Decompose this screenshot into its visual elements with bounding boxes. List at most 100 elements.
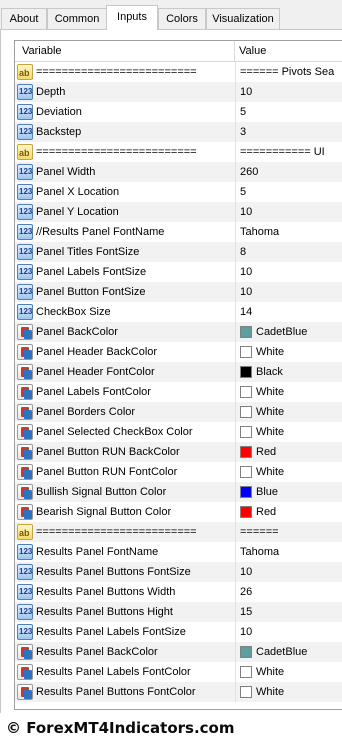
value-cell[interactable]: Tahoma xyxy=(235,542,342,562)
value-cell[interactable]: White xyxy=(235,382,342,402)
tab-visualization[interactable]: Visualization xyxy=(206,8,280,29)
tab-about[interactable]: About xyxy=(1,8,47,29)
input-row[interactable]: 123 Results Panel Buttons Hight 15 xyxy=(15,602,342,622)
value-cell[interactable]: Tahoma xyxy=(235,222,342,242)
value-cell[interactable]: 15 xyxy=(235,602,342,622)
value-cell[interactable]: Blue xyxy=(235,482,342,502)
input-row[interactable]: Panel Button RUN FontColor White xyxy=(15,462,342,482)
value-cell[interactable]: 10 xyxy=(235,82,342,102)
value-text: 5 xyxy=(240,186,247,198)
value-cell[interactable]: ====== Pivots Sea xyxy=(235,62,342,82)
color-palette-icon xyxy=(17,424,33,440)
value-text: Black xyxy=(256,366,283,378)
input-row[interactable]: 123 CheckBox Size 14 xyxy=(15,302,342,322)
value-text: Red xyxy=(256,446,277,458)
variable-cell: 123 Panel Button FontSize xyxy=(15,282,234,302)
value-cell[interactable]: 10 xyxy=(235,262,342,282)
value-cell[interactable]: =========== UI xyxy=(235,142,342,162)
column-header-variable[interactable]: Variable xyxy=(22,41,62,61)
input-row[interactable]: 123 Panel Width 260 xyxy=(15,162,342,182)
value-cell[interactable]: CadetBlue xyxy=(235,642,342,662)
value-cell[interactable]: White xyxy=(235,662,342,682)
input-row[interactable]: 123 Panel Titles FontSize 8 xyxy=(15,242,342,262)
value-cell[interactable]: White xyxy=(235,462,342,482)
value-cell[interactable]: Red xyxy=(235,502,342,522)
tab-common[interactable]: Common xyxy=(47,8,107,29)
color-swatch xyxy=(240,686,252,698)
input-row[interactable]: 123 Results Panel FontName Tahoma xyxy=(15,542,342,562)
input-row[interactable]: 123 Results Panel Labels FontSize 10 xyxy=(15,622,342,642)
input-row[interactable]: Bullish Signal Button Color Blue xyxy=(15,482,342,502)
column-header-value[interactable]: Value xyxy=(239,41,266,61)
variable-cell: 123 Panel Width xyxy=(15,162,234,182)
input-row[interactable]: Panel Header BackColor White xyxy=(15,342,342,362)
variable-cell: Panel Borders Color xyxy=(15,402,234,422)
icon-glyph: 123 xyxy=(19,307,33,316)
column-divider[interactable] xyxy=(234,41,235,61)
tab-strip: About Common Inputs Colors Visualization xyxy=(0,0,342,30)
input-row[interactable]: 123 Panel Y Location 10 xyxy=(15,202,342,222)
input-row[interactable]: 123 Deviation 5 xyxy=(15,102,342,122)
value-text: 8 xyxy=(240,246,247,258)
color-palette-icon xyxy=(17,364,33,380)
input-row[interactable]: Results Panel Buttons FontColor White xyxy=(15,682,342,702)
value-cell[interactable]: 5 xyxy=(235,102,342,122)
value-cell[interactable]: 3 xyxy=(235,122,342,142)
input-row[interactable]: Panel Selected CheckBox Color White xyxy=(15,422,342,442)
value-cell[interactable]: White xyxy=(235,402,342,422)
inputs-grid: Variable Value ab =======================… xyxy=(14,40,342,710)
input-row[interactable]: Panel Button RUN BackColor Red xyxy=(15,442,342,462)
value-cell[interactable]: Black xyxy=(235,362,342,382)
icon-glyph: 123 xyxy=(19,207,33,216)
value-cell[interactable]: 10 xyxy=(235,562,342,582)
value-text: 5 xyxy=(240,106,247,118)
input-row[interactable]: ab ========================= ====== xyxy=(15,522,342,542)
icon-glyph: ab xyxy=(19,528,30,538)
value-text: 15 xyxy=(240,606,253,618)
value-cell[interactable]: 10 xyxy=(235,202,342,222)
input-row[interactable]: Panel Header FontColor Black xyxy=(15,362,342,382)
value-cell[interactable]: 260 xyxy=(235,162,342,182)
input-row[interactable]: Results Panel BackColor CadetBlue xyxy=(15,642,342,662)
value-cell[interactable]: 5 xyxy=(235,182,342,202)
value-cell[interactable]: White xyxy=(235,422,342,442)
input-row[interactable]: 123//Results Panel FontName Tahoma xyxy=(15,222,342,242)
input-row[interactable]: 123 Panel Button FontSize 10 xyxy=(15,282,342,302)
value-text: Tahoma xyxy=(240,546,280,558)
value-cell[interactable]: Red xyxy=(235,442,342,462)
variable-cell: Panel Labels FontColor xyxy=(15,382,234,402)
variable-name: Backstep xyxy=(36,126,82,138)
123-number-icon: 123 xyxy=(17,164,33,180)
tab-colors[interactable]: Colors xyxy=(158,8,206,29)
value-cell[interactable]: 8 xyxy=(235,242,342,262)
input-row[interactable]: Panel Labels FontColor White xyxy=(15,382,342,402)
input-row[interactable]: Panel Borders Color White xyxy=(15,402,342,422)
value-cell[interactable]: White xyxy=(235,682,342,702)
input-row[interactable]: 123 Panel X Location 5 xyxy=(15,182,342,202)
variable-cell: Results Panel Buttons FontColor xyxy=(15,682,234,702)
value-cell[interactable]: 14 xyxy=(235,302,342,322)
input-row[interactable]: 123 Backstep 3 xyxy=(15,122,342,142)
input-row[interactable]: 123 Panel Labels FontSize 10 xyxy=(15,262,342,282)
input-row[interactable]: 123 Depth 10 xyxy=(15,82,342,102)
variable-name: Panel Selected CheckBox Color xyxy=(36,426,193,438)
variable-name: Results Panel Buttons Hight xyxy=(36,606,173,618)
input-row[interactable]: 123 Results Panel Buttons FontSize 10 xyxy=(15,562,342,582)
value-text: 10 xyxy=(240,266,253,278)
input-row[interactable]: Bearish Signal Button Color Red xyxy=(15,502,342,522)
value-cell[interactable]: CadetBlue xyxy=(235,322,342,342)
input-row[interactable]: Panel BackColor CadetBlue xyxy=(15,322,342,342)
color-palette-icon xyxy=(17,664,33,680)
variable-cell: 123 Deviation xyxy=(15,102,234,122)
value-cell[interactable]: 26 xyxy=(235,582,342,602)
input-row[interactable]: Results Panel Labels FontColor White xyxy=(15,662,342,682)
value-cell[interactable]: 10 xyxy=(235,282,342,302)
value-text: CadetBlue xyxy=(256,646,308,658)
input-row[interactable]: 123 Results Panel Buttons Width 26 xyxy=(15,582,342,602)
input-row[interactable]: ab ========================= =========== U… xyxy=(15,142,342,162)
tab-inputs[interactable]: Inputs xyxy=(106,5,158,30)
value-cell[interactable]: ====== xyxy=(235,522,342,542)
input-row[interactable]: ab ========================= ====== Pivots… xyxy=(15,62,342,82)
value-cell[interactable]: White xyxy=(235,342,342,362)
value-cell[interactable]: 10 xyxy=(235,622,342,642)
